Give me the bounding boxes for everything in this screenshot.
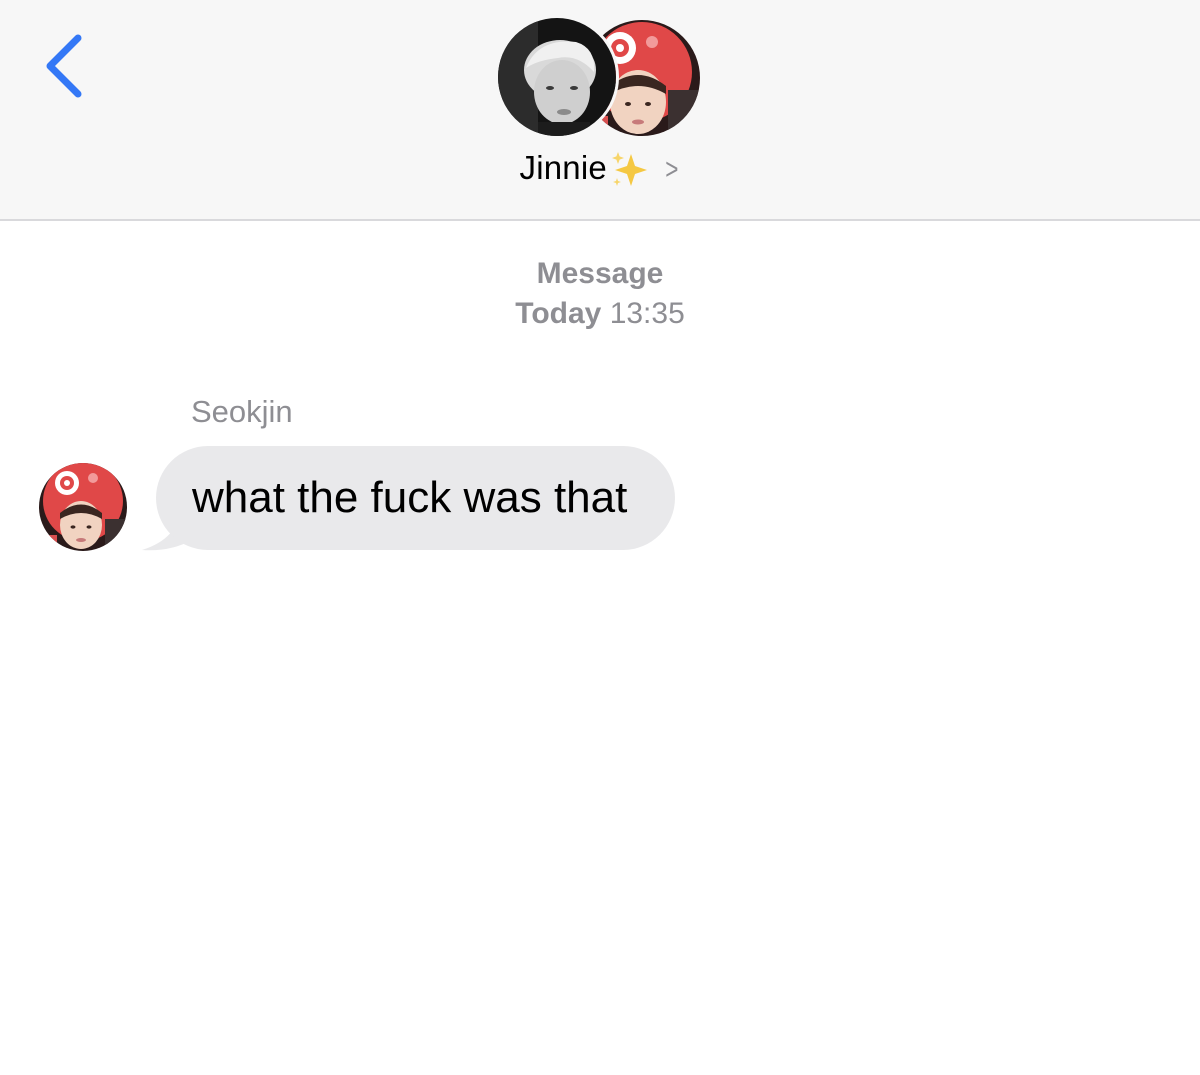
group-avatars[interactable]: [495, 15, 702, 139]
service-label: Message: [536, 257, 664, 290]
time-label: 13:35: [609, 297, 685, 330]
chevron-right-icon: >: [665, 153, 679, 187]
messages-screen: Jinnie > Message Today 13:35 Seokjin wha…: [0, 0, 1200, 1075]
message-bubble-group: what the fuck was that: [140, 446, 750, 554]
contact-title[interactable]: Jinnie >: [0, 146, 1200, 192]
sender-avatar[interactable]: [39, 463, 127, 551]
message-bubble[interactable]: what the fuck was that: [156, 446, 676, 550]
date-time-label: Today 13:35: [0, 294, 1200, 334]
chevron-left-icon: [46, 34, 82, 98]
sender-name: Seokjin: [191, 394, 293, 429]
contact-name: Jinnie: [519, 149, 607, 186]
avatar-group-member: [495, 15, 619, 139]
back-button[interactable]: [38, 30, 98, 102]
message-timestamp: Message Today 13:35: [0, 254, 1200, 334]
sparkles-icon: [609, 150, 651, 190]
conversation-header: Jinnie >: [0, 0, 1200, 221]
day-label: Today: [515, 297, 602, 330]
